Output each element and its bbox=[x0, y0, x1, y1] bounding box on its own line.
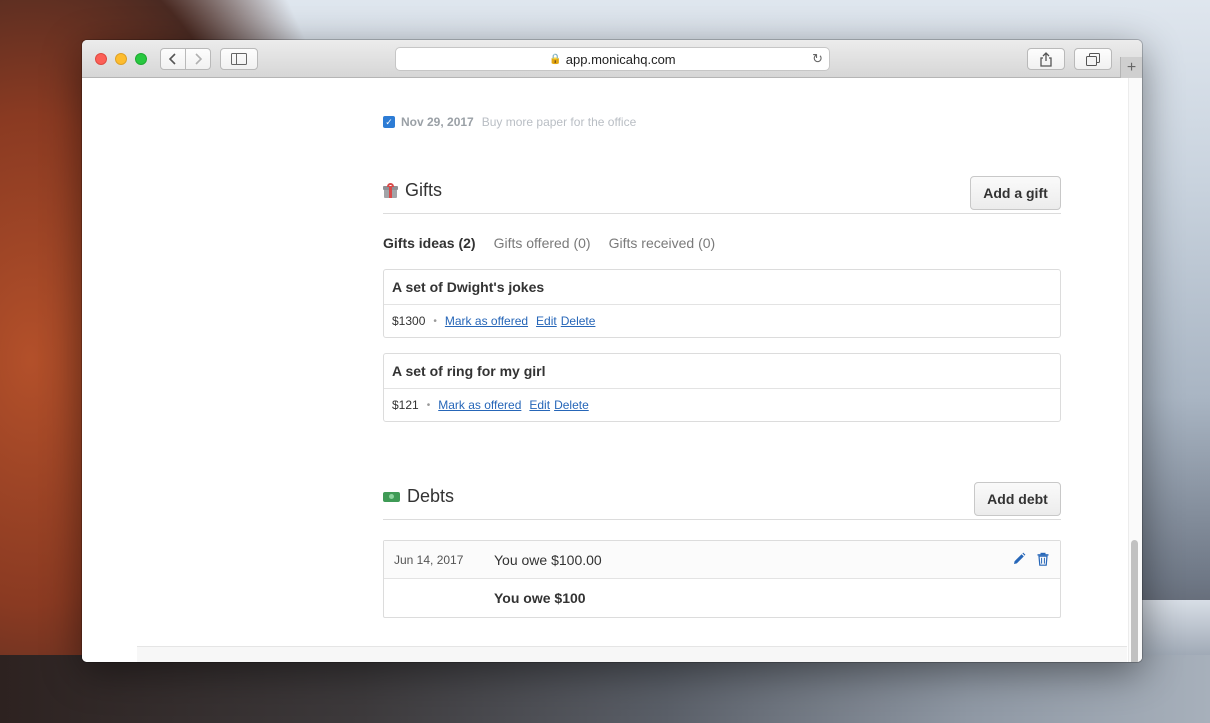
trash-icon[interactable] bbox=[1036, 552, 1050, 566]
edit-gift-link[interactable]: Edit bbox=[536, 314, 557, 328]
close-window-button[interactable] bbox=[95, 53, 107, 65]
separator-dot: • bbox=[433, 315, 437, 327]
gift-name: A set of Dwight's jokes bbox=[384, 270, 1060, 305]
delete-gift-link[interactable]: Delete bbox=[554, 398, 589, 412]
gift-amount: $121 bbox=[392, 398, 419, 412]
share-icon bbox=[1040, 51, 1052, 67]
mark-as-offered-link[interactable]: Mark as offered bbox=[445, 314, 528, 328]
desktop-rock bbox=[0, 655, 1210, 723]
tab-gifts-received[interactable]: Gifts received (0) bbox=[609, 235, 716, 251]
debt-description: You owe $100.00 bbox=[494, 551, 602, 568]
debts-title: Debts bbox=[383, 486, 454, 507]
browser-toolbar: 🔒 app.monicahq.com ↻ + bbox=[82, 40, 1142, 78]
back-button[interactable] bbox=[160, 48, 186, 70]
lock-icon: 🔒 bbox=[549, 53, 562, 65]
chevron-left-icon bbox=[169, 53, 176, 65]
delete-gift-link[interactable]: Delete bbox=[561, 314, 596, 328]
separator-dot: • bbox=[426, 399, 431, 411]
gift-meta: $121 • Mark as offered Edit Delete bbox=[384, 389, 1060, 421]
reload-icon[interactable]: ↻ bbox=[812, 51, 823, 67]
gift-meta: $1300 • Mark as offered Edit Delete bbox=[384, 305, 1060, 337]
debts-title-text: Debts bbox=[407, 486, 455, 506]
debt-row: Jun 14, 2017 You owe $100.00 bbox=[384, 541, 1060, 579]
add-gift-button[interactable]: Add a gift bbox=[970, 176, 1061, 210]
chevron-right-icon bbox=[195, 53, 202, 65]
gifts-tabs: Gifts ideas (2) Gifts offered (0) Gifts … bbox=[383, 235, 715, 251]
tab-overview-button[interactable] bbox=[1074, 48, 1112, 70]
gift-amount: $1300 bbox=[392, 314, 426, 328]
address-url: app.monicahq.com bbox=[565, 51, 676, 67]
gift-icon bbox=[383, 183, 398, 198]
forward-button[interactable] bbox=[185, 48, 211, 70]
zoom-window-button[interactable] bbox=[135, 53, 147, 65]
money-icon bbox=[383, 491, 400, 502]
gift-card: A set of ring for my girl $121 • Mark as… bbox=[383, 353, 1061, 422]
debt-total-row: You owe $100 bbox=[384, 579, 1060, 617]
debt-table: Jun 14, 2017 You owe $100.00 You owe $10… bbox=[383, 540, 1061, 618]
minimize-window-button[interactable] bbox=[115, 53, 127, 65]
gifts-title: Gifts bbox=[383, 180, 442, 201]
task-checkbox[interactable]: ✓ bbox=[383, 116, 395, 128]
gift-card: A set of Dwight's jokes $1300 • Mark as … bbox=[383, 269, 1061, 338]
tab-gifts-ideas[interactable]: Gifts ideas (2) bbox=[383, 235, 476, 251]
tabs-icon bbox=[1086, 52, 1100, 66]
debt-total: You owe $100 bbox=[494, 590, 586, 606]
address-bar[interactable]: 🔒 app.monicahq.com ↻ bbox=[395, 47, 830, 71]
gift-name: A set of ring for my girl bbox=[384, 354, 1060, 389]
task-text: Buy more paper for the office bbox=[481, 115, 637, 129]
sidebar-icon bbox=[231, 53, 247, 65]
pencil-icon[interactable] bbox=[1012, 552, 1026, 566]
task-date: Nov 29, 2017 bbox=[401, 115, 474, 129]
scrollbar-thumb[interactable] bbox=[1131, 540, 1138, 662]
debt-date: Jun 14, 2017 bbox=[394, 552, 464, 567]
debts-header: Debts Add debt bbox=[383, 481, 1061, 520]
mark-as-offered-link[interactable]: Mark as offered bbox=[438, 398, 521, 412]
new-tab-button[interactable]: + bbox=[1120, 57, 1142, 78]
gifts-header: Gifts Add a gift bbox=[383, 175, 1061, 214]
gifts-title-text: Gifts bbox=[405, 180, 443, 200]
tab-gifts-offered[interactable]: Gifts offered (0) bbox=[494, 235, 591, 251]
task-item: ✓ Nov 29, 2017 Buy more paper for the of… bbox=[383, 114, 636, 130]
sidebar-toggle-button[interactable] bbox=[220, 48, 258, 70]
edit-gift-link[interactable]: Edit bbox=[529, 398, 550, 412]
add-debt-button[interactable]: Add debt bbox=[974, 482, 1061, 516]
page-footer-bar bbox=[137, 646, 1127, 662]
debt-actions bbox=[1012, 552, 1050, 566]
browser-window: 🔒 app.monicahq.com ↻ + ✓ Nov 29, 2017 Bu… bbox=[82, 40, 1142, 662]
share-button[interactable] bbox=[1027, 48, 1065, 70]
page-content: ✓ Nov 29, 2017 Buy more paper for the of… bbox=[82, 78, 1142, 662]
